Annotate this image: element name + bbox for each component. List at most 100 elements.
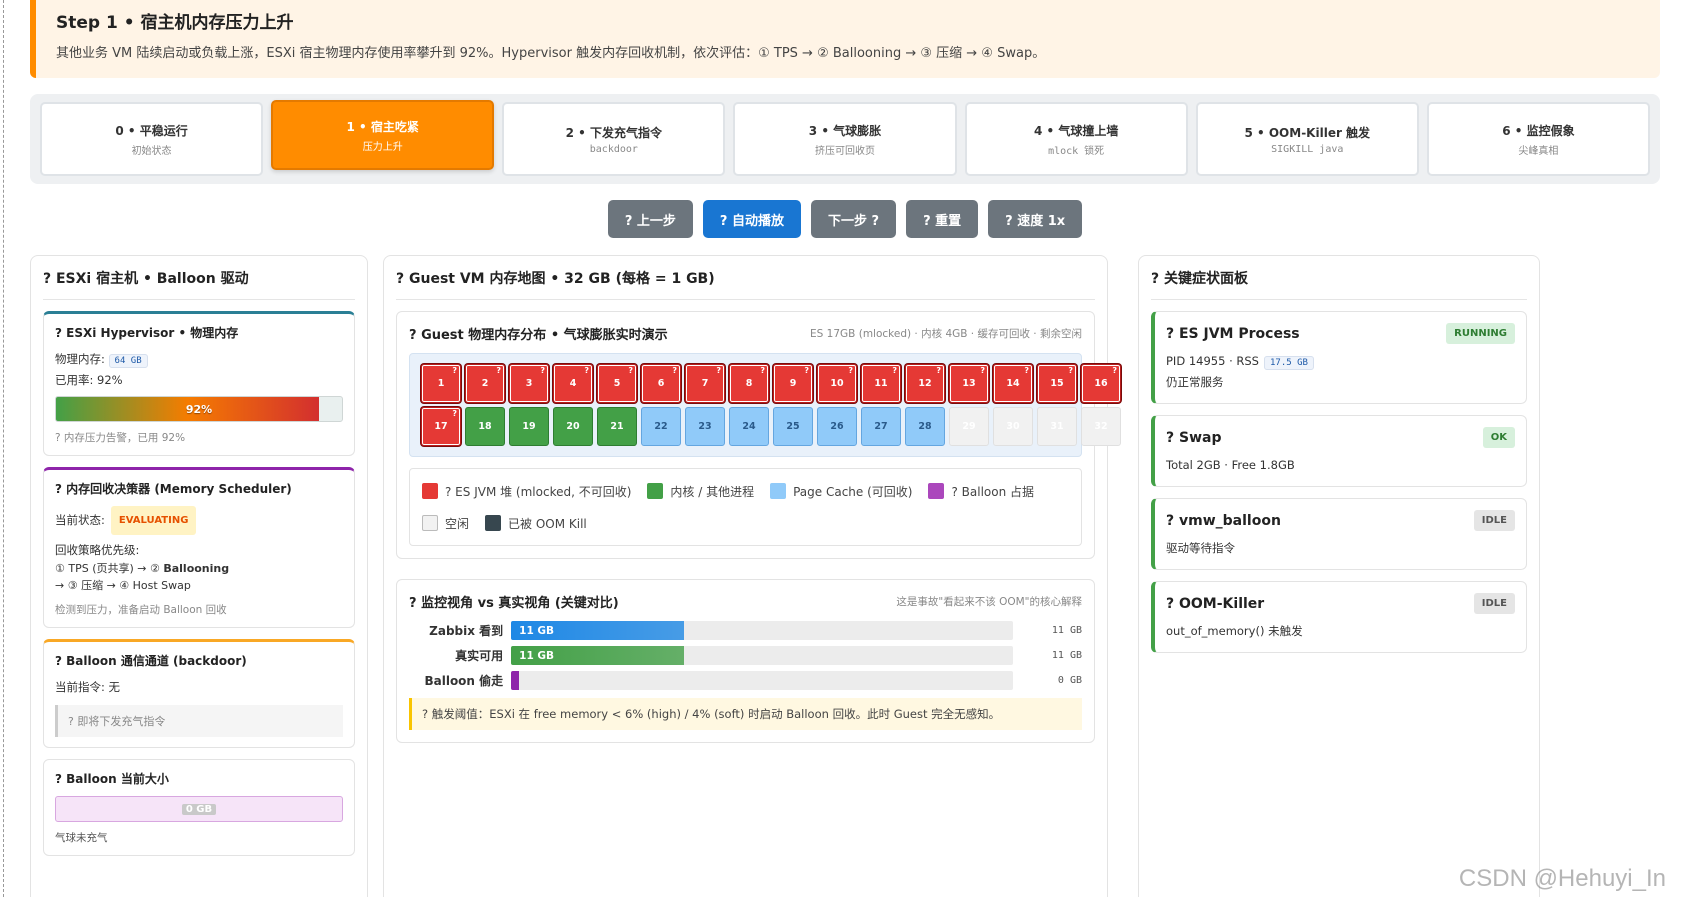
memory-cell-free: 32 [1081, 407, 1121, 446]
esxi-host-panel: ? ESXi 宿主机 • Balloon 驱动 ? ESXi Hyperviso… [30, 255, 368, 897]
scheduler-title: ? 内存回收决策器 (Memory Scheduler) [55, 482, 292, 496]
symptom-title: ? vmw_balloon [1166, 512, 1281, 529]
memory-cell-es: 8? [729, 364, 769, 403]
memory-cell-number: 4 [569, 378, 577, 389]
physical-memory-row: 物理内存: 64 GB [55, 350, 343, 371]
guest-panel-title: ? Guest VM 内存地图 • 32 GB (每格 = 1 GB) [396, 268, 1095, 300]
memory-cell-es: 4? [553, 364, 593, 403]
step-tab-2[interactable]: 2 • 下发充气指令 backdoor [502, 102, 726, 176]
scheduler-state-label: 当前状态: [55, 513, 105, 527]
status-badge: IDLE [1473, 510, 1515, 531]
memory-cell-number: 30 [1006, 421, 1020, 432]
page-dashed-border [3, 0, 4, 897]
symptom-header: ? vmw_balloon IDLE [1166, 510, 1515, 531]
memory-cell-cache: 23 [685, 407, 725, 446]
memory-cell-number: 29 [962, 421, 976, 432]
step-tab-0[interactable]: 0 • 平稳运行 初始状态 [40, 102, 264, 176]
step-tab-6[interactable]: 6 • 监控假象 尖峰真相 [1426, 102, 1650, 176]
reset-button[interactable]: ? 重置 [906, 200, 979, 238]
memory-cell-number: 8 [745, 378, 753, 389]
step-tab-5[interactable]: 5 • OOM-Killer 触发 SIGKILL java [1195, 102, 1419, 176]
memory-cell-number: 25 [786, 421, 800, 432]
legend-label: 内核 / 其他进程 [670, 484, 755, 499]
memory-cell-number: 22 [654, 421, 668, 432]
mlock-icon: ? [892, 366, 897, 375]
legend-label: ? ES JVM 堆 (mlocked, 不可回收) [445, 484, 632, 499]
legend-item: 空闲 [422, 507, 469, 539]
mlock-icon: ? [1112, 366, 1117, 375]
playback-controls: ? 上一步 ? 自动播放 下一步 ? ? 重置 ? 速度 1x [30, 200, 1660, 238]
mlock-icon: ? [672, 366, 677, 375]
step-tab-title: 5 • OOM-Killer 触发 [1244, 125, 1371, 140]
mlock-icon: ? [804, 366, 809, 375]
balloon-channel-card: ? Balloon 通信通道 (backdoor) 当前指令: 无 ? 即将下发… [43, 639, 355, 748]
step-tab-subtitle: mlock 锁死 [1048, 145, 1105, 157]
symptom-card-1: ? Swap OK Total 2GB · Free 1.8GB [1151, 415, 1527, 487]
memory-cell-es: 15? [1037, 364, 1077, 403]
scheduler-note: 检测到压力，准备启动 Balloon 回收 [55, 604, 227, 616]
memory-cell-number: 12 [918, 378, 932, 389]
symptom-detail: out_of_memory() 未触发 [1166, 622, 1515, 641]
step-tab-subtitle: 挤压可回收页 [814, 145, 875, 157]
memory-legend: ? ES JVM 堆 (mlocked, 不可回收) 内核 / 其他进程 Page … [409, 468, 1082, 546]
autoplay-button[interactable]: ? 自动播放 [702, 200, 801, 238]
next-step-button[interactable]: 下一步 ? [810, 200, 897, 238]
memory-cell-cache: 22 [641, 407, 681, 446]
memory-cell-es: 6? [641, 364, 681, 403]
speed-button[interactable]: ? 速度 1x [988, 200, 1083, 238]
memory-cell-es: 17? [421, 407, 461, 446]
memory-cell-number: 15 [1050, 378, 1064, 389]
channel-command: 当前指令: 无 [55, 680, 121, 694]
legend-swatch [485, 515, 502, 531]
compare-label: 真实可用 [455, 649, 504, 663]
memory-cell-es: 16? [1081, 364, 1121, 403]
memory-cell-es: 10? [817, 364, 857, 403]
threshold-warning: ? 触发阈值：ESXi 在 free memory < 6% (high) / … [409, 698, 1082, 730]
memory-cell-free: 29 [949, 407, 989, 446]
symptom-detail: Total 2GB · Free 1.8GB [1166, 456, 1515, 475]
memory-cell-es: 7? [685, 364, 725, 403]
step-tab-4[interactable]: 4 • 气球撞上墙 mlock 锁死 [964, 102, 1188, 176]
mlock-icon: ? [1024, 366, 1029, 375]
mlock-icon: ? [584, 366, 589, 375]
balloon-size-card: ? Balloon 当前大小 0 GB 气球未充气 [43, 759, 355, 856]
legend-item: 内核 / 其他进程 [647, 475, 754, 507]
symptom-detail-text: PID 14955 · RSS [1166, 354, 1259, 368]
compare-value: 11 GB [1051, 650, 1082, 661]
memory-cell-kernel: 19 [509, 407, 549, 446]
mlock-icon: ? [980, 366, 985, 375]
compare-track: 11 GB [511, 621, 1014, 640]
memory-alert-note: ? 内存压力告警，已用 92% [55, 432, 186, 444]
rss-value: 17.5 GB [1263, 356, 1314, 370]
mlock-icon: ? [716, 366, 721, 375]
step-tab-title: 6 • 监控假象 [1502, 123, 1575, 138]
symptom-card-0: ? ES JVM Process RUNNING PID 14955 · RSS 17… [1151, 311, 1527, 404]
mlock-icon: ? [1068, 366, 1073, 375]
mlock-icon: ? [540, 366, 545, 375]
memory-cell-number: 1 [437, 378, 445, 389]
step-header: Step 1 • 宿主机内存压力上升 其他业务 VM 陆续启动或负载上涨，ESX… [30, 0, 1660, 78]
mlock-icon: ? [760, 366, 765, 375]
memory-cell-number: 11 [874, 378, 888, 389]
compare-rows: Zabbix 看到 11 GB 11 GB 真实可用 11 GB 11 GB Balloon… [409, 621, 1082, 690]
symptom-detail-text: 驱动等待指令 [1166, 541, 1235, 555]
memory-cell-es: 1? [421, 364, 461, 403]
memory-cell-number: 19 [522, 421, 536, 432]
step-tab-3[interactable]: 3 • 气球膨胀 挤压可回收页 [733, 102, 957, 176]
memory-cell-es: 5? [597, 364, 637, 403]
status-badge: RUNNING [1446, 323, 1515, 344]
memory-cell-es: 3? [509, 364, 549, 403]
prev-step-button[interactable]: ? 上一步 [607, 200, 693, 238]
step-tab-1[interactable]: 1 • 宿主吃紧 压力上升 [271, 100, 495, 170]
memory-cell-number: 3 [525, 378, 533, 389]
compare-note: 这是事故"看起来不该 OOM"的核心解释 [896, 596, 1082, 608]
priority-ballooning: Ballooning [163, 562, 230, 575]
compare-track [511, 671, 1014, 690]
physical-memory-label: 物理内存: [55, 352, 105, 366]
channel-hint: ? 即将下发充气指令 [55, 705, 343, 737]
memory-grid: 1? 2? 3? 4? 5? 6? 7? 8? 9? 10? 11? 12? 13? 14? 15? 16? 1… [409, 353, 1121, 457]
symptom-header: ? ES JVM Process RUNNING [1166, 323, 1515, 344]
mlock-icon: ? [452, 409, 457, 418]
step-tab-title: 2 • 下发充气指令 [565, 125, 663, 140]
memory-cell-number: 7 [701, 378, 709, 389]
